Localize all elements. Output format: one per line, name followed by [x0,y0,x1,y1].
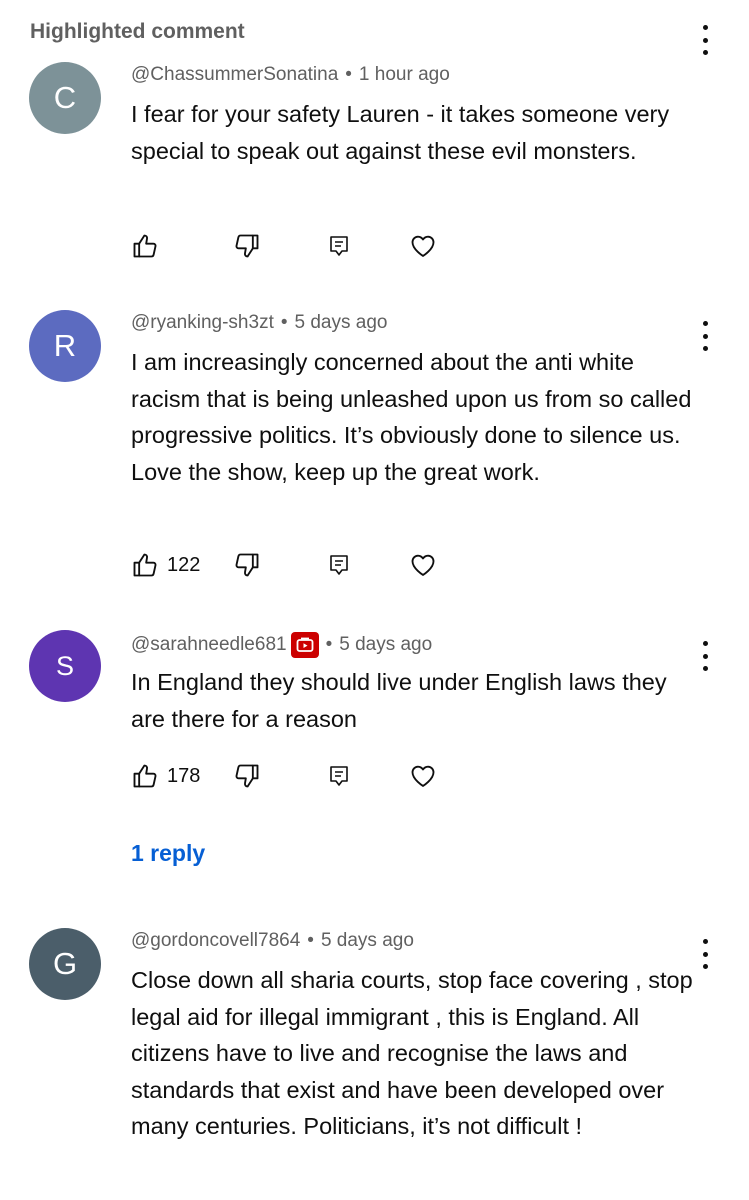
comment-author[interactable]: @sarahneedle681 [131,634,287,656]
reply-button[interactable] [327,762,351,790]
youtube-badge-icon [290,632,319,658]
thumbs-up-icon [133,553,157,577]
avatar[interactable]: S [29,630,101,702]
heart-icon [411,765,435,787]
dislike-button[interactable] [233,762,261,790]
meta-separator: • [280,312,288,333]
view-replies-link[interactable]: 1 reply [131,840,205,867]
comment-text: I am increasingly concerned about the an… [131,349,692,485]
comment-text: I fear for your safety Lauren - it takes… [131,101,670,164]
dislike-button[interactable] [233,551,261,579]
heart-icon [411,554,435,576]
highlighted-comment-label: Highlighted comment [30,20,245,43]
comment-author[interactable]: @ChassummerSonatina [131,64,338,86]
header-more-icon[interactable] [693,25,717,55]
comment-time[interactable]: 5 days ago [295,312,388,334]
thumbs-up-icon [133,764,157,788]
comment-author[interactable]: @gordoncovell7864 [131,930,300,952]
comment-meta: @sarahneedle681 • 5 days ago [131,632,432,658]
comment-meta: @ryanking-sh3zt • 5 days ago [131,312,387,334]
like-button[interactable]: 178 [131,762,200,790]
comment-author[interactable]: @ryanking-sh3zt [131,312,274,334]
avatar-letter: R [53,328,77,363]
comment-time[interactable]: 5 days ago [321,930,414,952]
like-count: 122 [167,553,201,576]
heart-icon [411,235,435,257]
thumbs-down-icon [235,553,259,577]
like-button[interactable]: 122 [131,551,200,579]
meta-separator: • [325,634,333,655]
comment-time[interactable]: 1 hour ago [359,64,450,86]
meta-separator: • [345,64,352,85]
reply-button[interactable] [327,551,351,579]
like-button[interactable] [131,232,159,260]
heart-button[interactable] [409,551,437,579]
dislike-button[interactable] [233,232,261,260]
reply-button[interactable] [327,232,351,260]
comment-text: Close down all sharia courts, stop face … [131,967,693,1139]
comment-text: In England they should live under Englis… [131,669,667,732]
reply-icon [330,555,348,575]
comment-meta: @ChassummerSonatina • 1 hour ago [131,64,450,86]
comment-meta: @gordoncovell7864 • 5 days ago [131,930,414,952]
avatar-letter: S [55,650,74,681]
reply-icon [330,236,348,256]
like-count: 178 [167,764,201,787]
avatar[interactable]: G [29,928,101,1000]
heart-button[interactable] [409,762,437,790]
avatar[interactable]: C [29,62,101,134]
thumbs-down-icon [235,764,259,788]
avatar-letter: G [52,946,78,981]
heart-button[interactable] [409,232,437,260]
meta-separator: • [307,930,314,951]
thumbs-down-icon [235,234,259,258]
comment-time[interactable]: 5 days ago [339,634,432,656]
avatar[interactable]: R [29,310,101,382]
reply-icon [330,766,348,786]
avatar-letter: C [53,80,77,115]
thumbs-up-icon [133,234,157,258]
